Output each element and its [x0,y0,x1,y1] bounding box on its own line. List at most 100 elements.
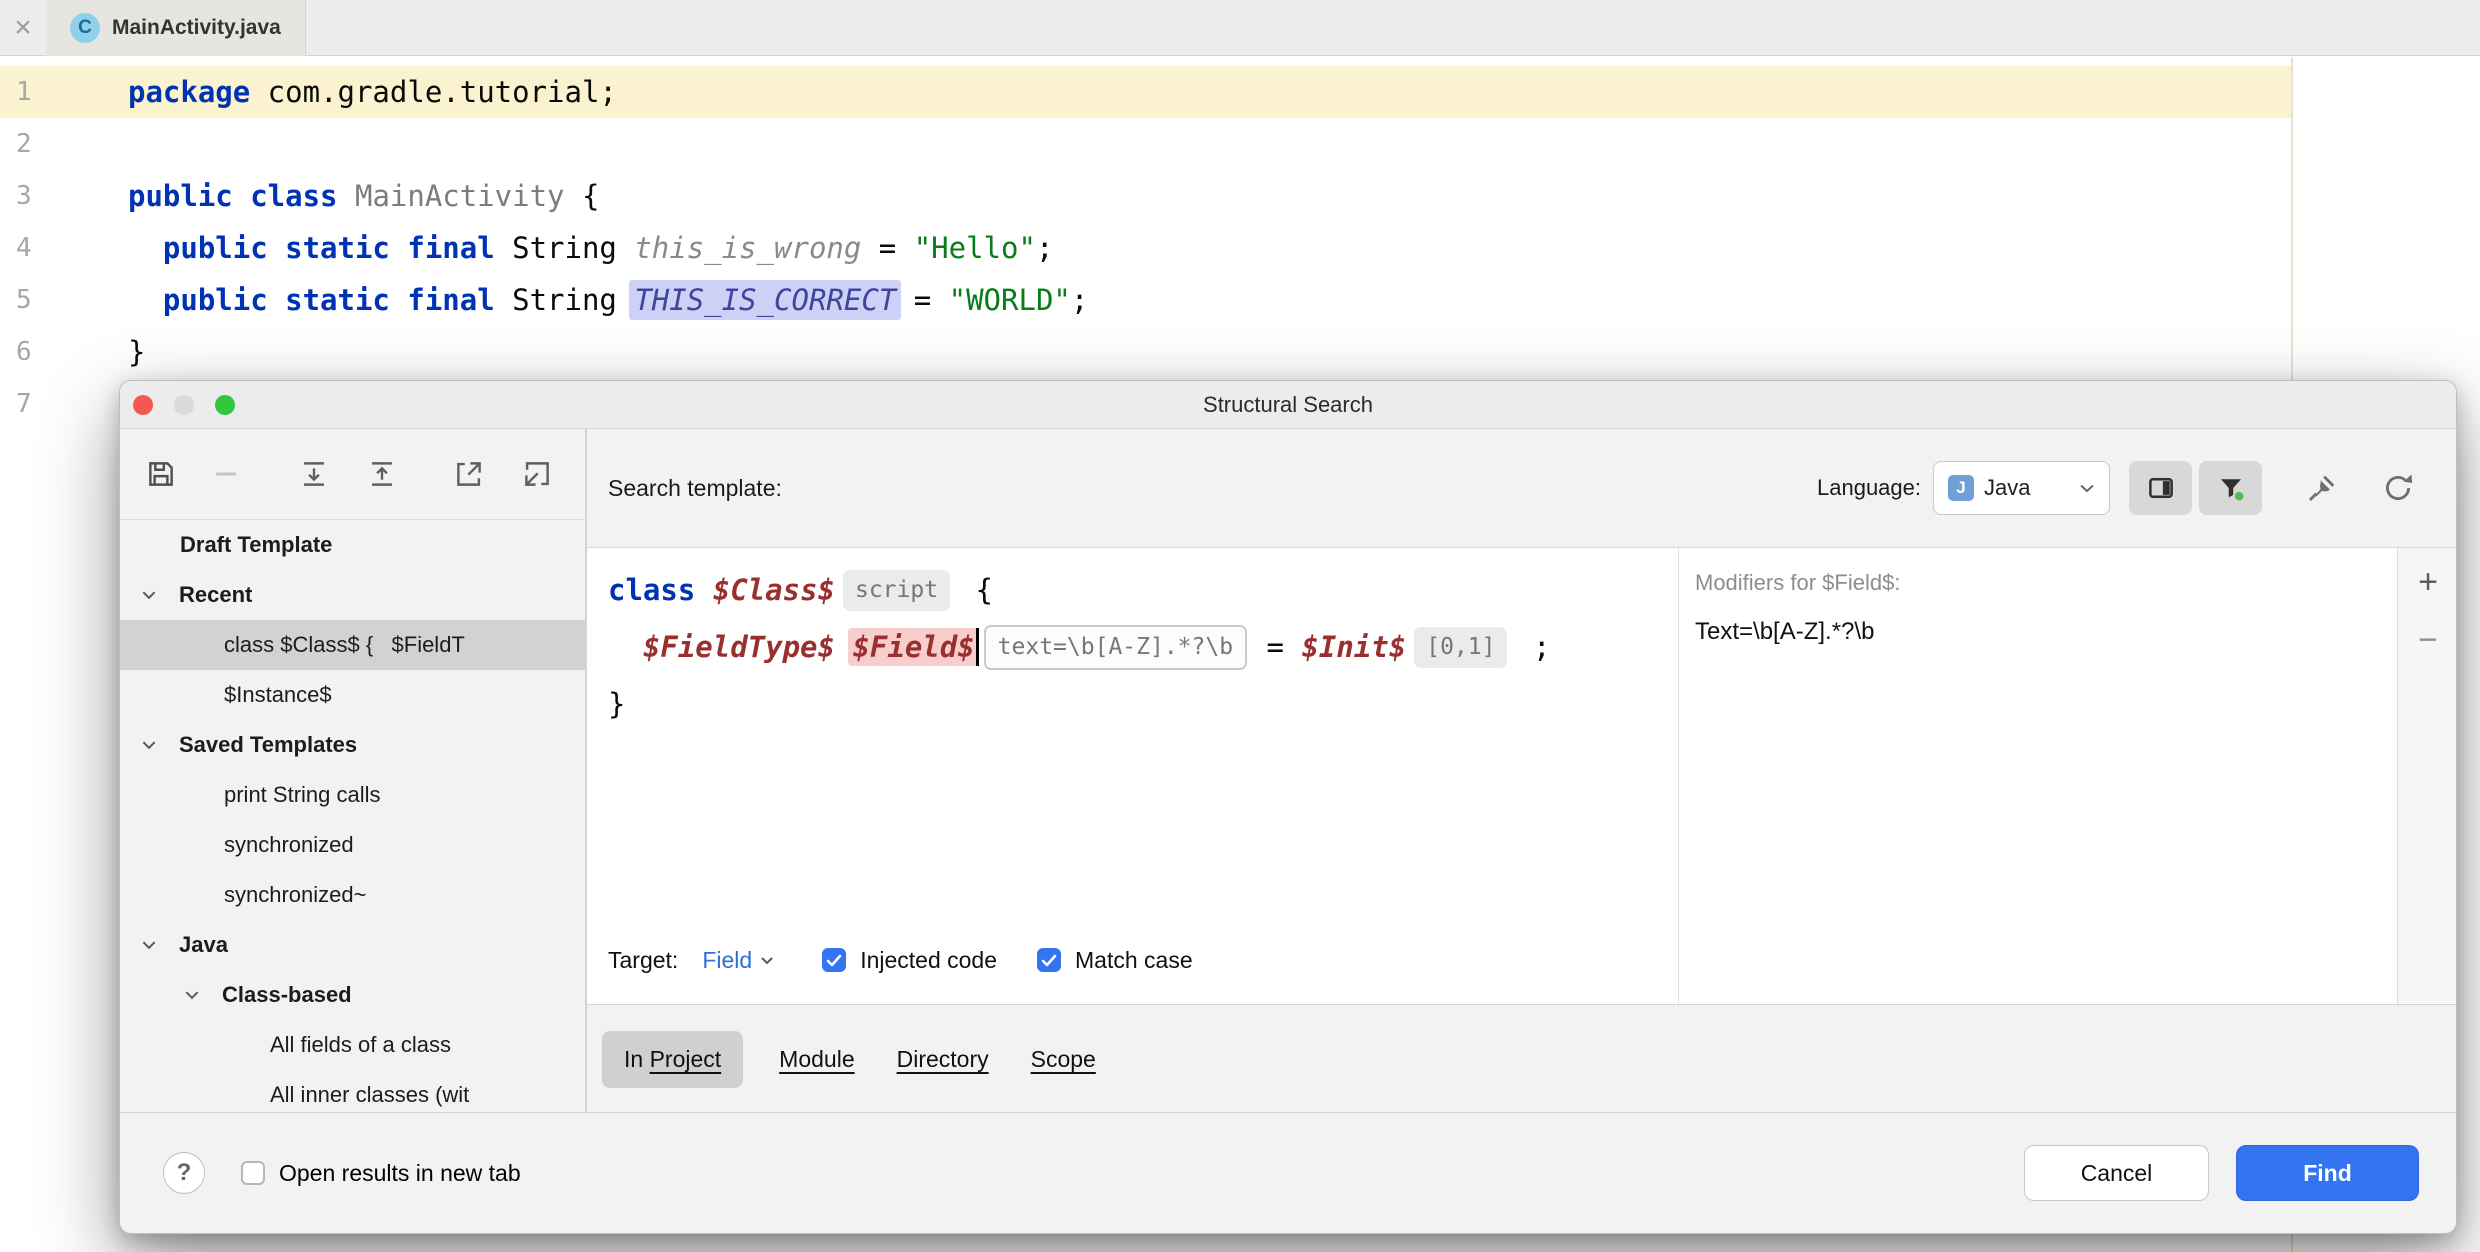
template-main-row: class $Class$script { $FieldType$ $Field… [587,547,2457,1005]
dialog-title-bar: Structural Search [120,381,2456,429]
search-template-editor[interactable]: class $Class$script { $FieldType$ $Field… [587,548,1678,1004]
tree-item-all-fields-of-a-class[interactable]: All fields of a class [120,1020,585,1070]
line-number: 1 [16,66,32,118]
target-label: Target: [608,947,678,974]
editor-tab[interactable]: C MainActivity.java [46,0,306,56]
filter-badge[interactable]: text=\b[A-Z].*?\b [984,625,1247,670]
save-template-button[interactable] [144,457,178,491]
code-line[interactable]: 5 public static final String THIS_IS_COR… [0,274,2480,326]
template-line[interactable]: class $Class$script { [608,562,1678,619]
reset-button[interactable] [2378,468,2418,508]
code-token: com.gradle.tutorial; [250,75,617,109]
remove-template-button[interactable] [209,457,243,491]
scope-module[interactable]: Module [773,1031,860,1088]
templates-toolbar [120,429,585,520]
language-dropdown[interactable]: J Java [1933,461,2110,515]
tree-item-class-class-fieldt[interactable]: class $Class$ { $FieldT [120,620,585,670]
code-line[interactable]: 4 public static final String this_is_wro… [0,222,2480,274]
code-token: String [495,231,635,265]
scope-row: In Project Module Directory Scope [587,1005,2457,1114]
remove-modifier-button[interactable]: − [2408,620,2448,660]
scope-scope[interactable]: Scope [1025,1031,1102,1088]
code-token: ; [1071,283,1088,317]
tree-item-instance[interactable]: $Instance$ [120,670,585,720]
code-token: = [896,283,948,317]
tree-item-label: Java [179,932,228,958]
tree-item-all-inner-classes-wit[interactable]: All inner classes (wit [120,1070,585,1113]
target-dropdown[interactable]: Field [702,947,774,974]
pin-dialog-button[interactable] [2302,468,2342,508]
template-token: class [608,573,713,607]
template-line[interactable]: $FieldType$ $Field$text=\b[A-Z].*?\b = $… [608,619,1678,676]
tree-item-saved-templates[interactable]: Saved Templates [120,720,585,770]
help-button[interactable]: ? [163,1152,205,1194]
filter-badge[interactable]: script [843,570,950,611]
tree-item-recent[interactable]: Recent [120,570,585,620]
language-label: Language: [1817,475,1921,501]
code-token: "WORLD" [949,283,1071,317]
code-token: "Hello" [914,231,1036,265]
tree-item-label: All fields of a class [270,1032,451,1058]
template-header-row: Search template: Language: J Java [587,429,2457,547]
template-token: $FieldType$ [643,630,835,664]
expand-all-button[interactable] [297,457,331,491]
tree-item-label: Saved Templates [179,732,357,758]
code-line[interactable]: 3public class MainActivity { [0,170,2480,222]
open-results-checkbox[interactable] [241,1161,265,1185]
chevron-down-icon [140,936,158,954]
templates-panel: Draft Template Recentclass $Class$ { $Fie… [120,429,586,1114]
scope-directory[interactable]: Directory [891,1031,995,1088]
preview-panel-icon [2146,473,2176,503]
tree-item-label: print String calls [224,782,381,808]
template-line[interactable]: } [608,676,1678,733]
find-button[interactable]: Find [2236,1145,2419,1201]
tree-item-print-string-calls[interactable]: print String calls [120,770,585,820]
checkmark-icon [826,954,842,967]
collapse-all-button[interactable] [365,457,399,491]
code-token: package [128,75,250,109]
code-token: public class [128,179,338,213]
search-template-label: Search template: [608,475,782,502]
template-code: class $Class$script { $FieldType$ $Field… [587,548,1678,733]
open-results-label: Open results in new tab [279,1160,521,1187]
code-line[interactable]: 1 package com.gradle.tutorial; [0,66,2480,118]
tree-item-synchronized[interactable]: synchronized [120,820,585,870]
editor-tab-bar: × C MainActivity.java [0,0,2480,56]
tree-item-draft-template[interactable]: Draft Template [120,520,585,570]
scope-in-project[interactable]: In Project [602,1031,743,1088]
filter-toggle-button[interactable] [2199,461,2262,515]
search-template-panel: Search template: Language: J Java [586,429,2457,1114]
code-token: this_is_wrong [634,231,861,265]
templates-tree: Draft Template Recentclass $Class$ { $Fie… [120,520,585,1113]
pin-icon [2305,471,2339,505]
tree-item-synchronized[interactable]: synchronized~ [120,870,585,920]
code-token: public static final [163,283,495,317]
scope-prefix: In [624,1046,650,1073]
refresh-icon [2381,471,2415,505]
line-number: 3 [16,170,32,222]
close-tab-icon[interactable]: × [0,11,46,45]
tree-item-java[interactable]: Java [120,920,585,970]
add-modifier-button[interactable]: + [2408,562,2448,602]
template-token [608,630,643,664]
ide-window: × C MainActivity.java 1 package com.gradl… [0,0,2480,1252]
injected-code-checkbox[interactable] [822,948,846,972]
tree-item-class-based[interactable]: Class-based [120,970,585,1020]
code-line[interactable]: 6} [0,326,2480,378]
import-template-button[interactable] [520,457,554,491]
code-line[interactable]: 2 [0,118,2480,170]
template-token: $Field$ [848,628,978,666]
match-case-checkbox[interactable] [1037,948,1061,972]
preview-toggle-button[interactable] [2129,461,2192,515]
code-token [128,231,163,265]
export-template-button[interactable] [452,457,486,491]
line-number: 4 [16,222,32,274]
cancel-button[interactable]: Cancel [2024,1145,2209,1201]
modifiers-value[interactable]: Text=\b[A-Z].*?\b [1695,618,2379,646]
code-token: MainActivity [355,179,565,213]
dialog-title: Structural Search [120,381,2456,429]
filter-badge[interactable]: [0,1] [1414,627,1507,668]
line-number: 7 [16,378,32,430]
tree-item-label: Draft Template [180,532,332,558]
filter-icon [2216,473,2246,503]
